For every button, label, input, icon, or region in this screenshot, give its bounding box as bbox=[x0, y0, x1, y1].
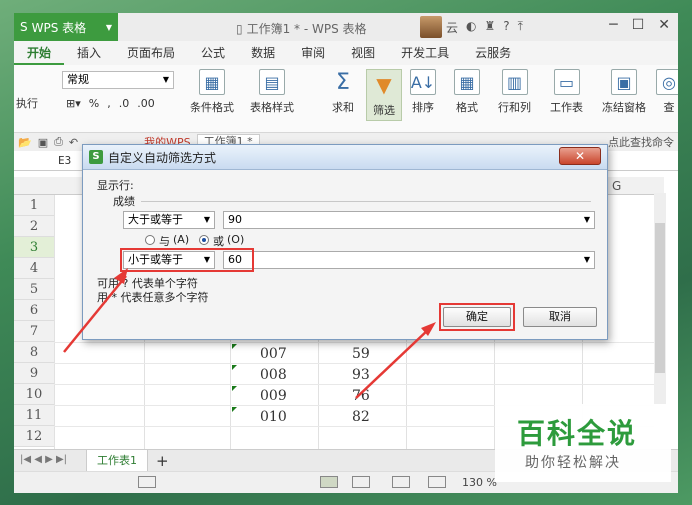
annotation-arrow bbox=[63, 275, 127, 353]
watermark-logo: 百科全说 助你轻松解决 bbox=[495, 404, 671, 482]
watermark-title: 百科全说 bbox=[517, 417, 638, 450]
watermark-subtitle: 助你轻松解决 bbox=[525, 455, 621, 471]
arrowhead-icon bbox=[114, 268, 128, 284]
annotation-arrow bbox=[355, 327, 431, 399]
